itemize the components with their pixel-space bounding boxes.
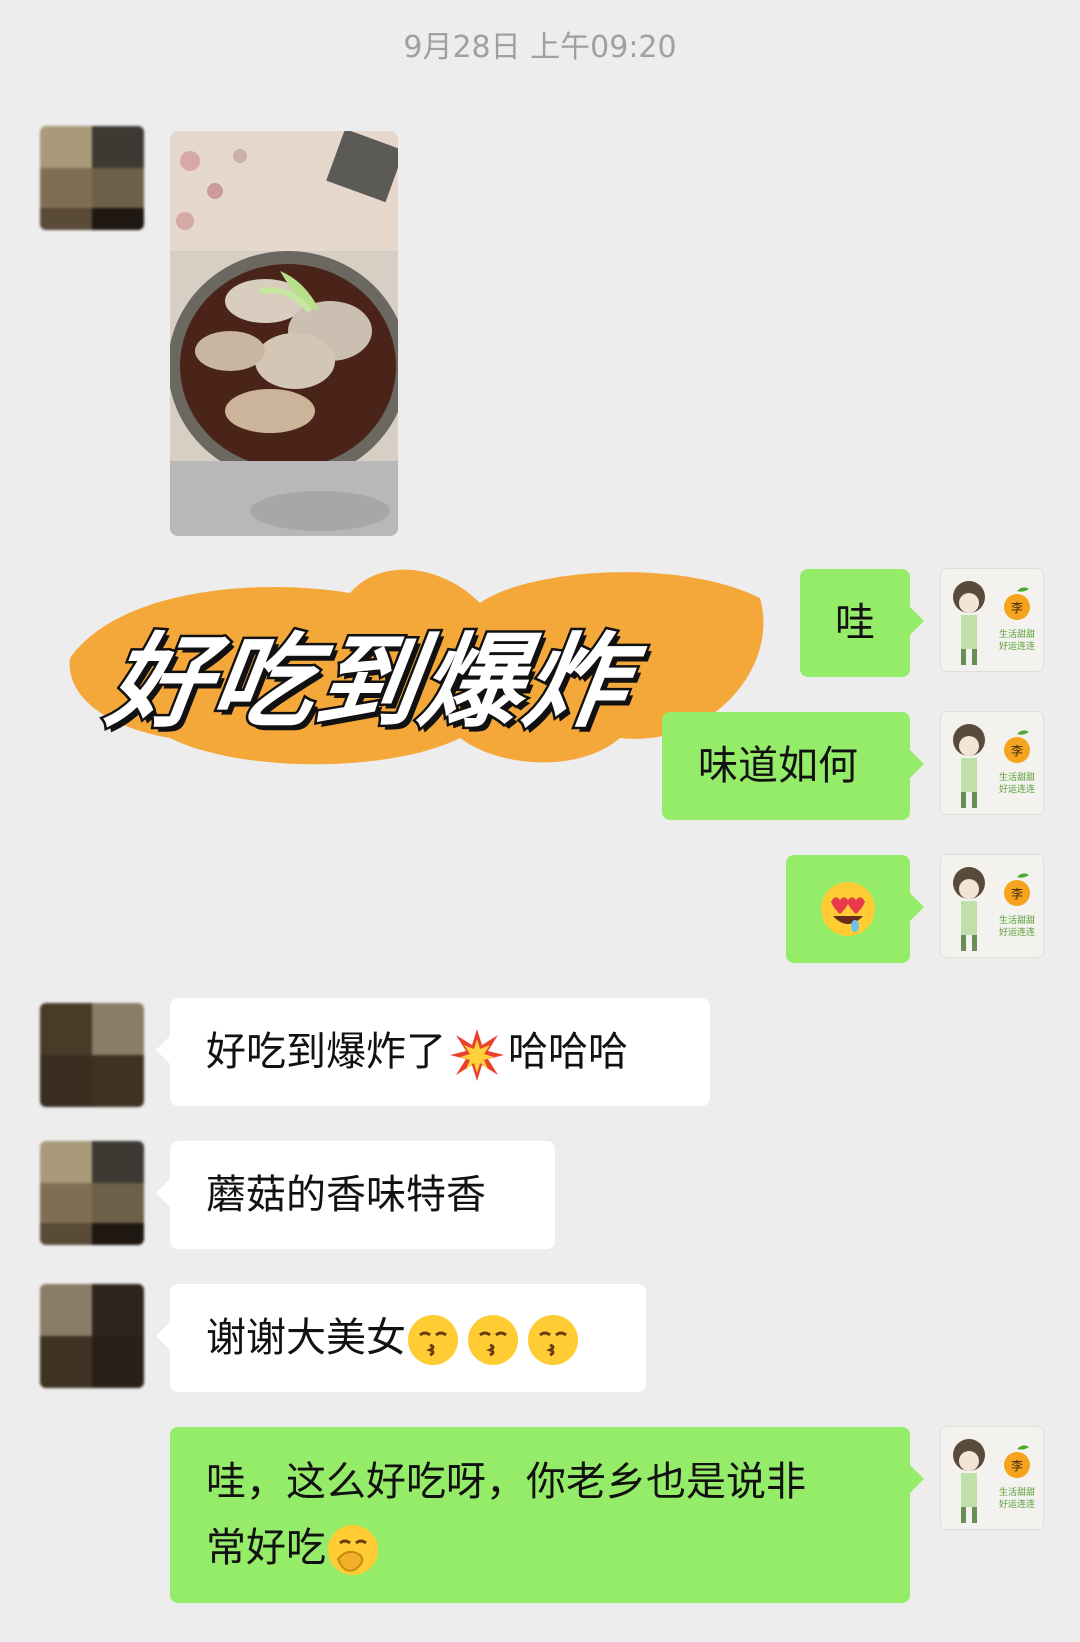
message-bubble-outgoing[interactable]: 哇，这么好吃呀，你老乡也是说非 常好吃 bbox=[170, 1427, 924, 1603]
face-with-hand-over-mouth-emoji-icon bbox=[328, 1525, 378, 1575]
message-bubble-outgoing[interactable]: 味道如何 bbox=[662, 712, 924, 820]
contact-avatar-image bbox=[40, 1284, 144, 1388]
contact-avatar-image bbox=[40, 126, 144, 230]
message-text: 味道如何 bbox=[698, 743, 858, 789]
avatar-caption-2: 好运连连 bbox=[999, 926, 1035, 938]
girl-orange-avatar-image: 李 生活甜甜 好运连连 bbox=[953, 581, 1035, 665]
avatar-caption-1: 生活甜甜 bbox=[999, 914, 1035, 926]
avatar-caption-2: 好运连连 bbox=[999, 783, 1035, 795]
message-bubble-incoming[interactable]: 谢谢大美女 bbox=[156, 1284, 646, 1392]
avatar-caption-1: 生活甜甜 bbox=[999, 771, 1035, 783]
message-bubble-incoming[interactable]: 蘑菇的香味特香 bbox=[156, 1141, 555, 1249]
heart-eyes-emoji-icon bbox=[821, 882, 875, 936]
message-text-line: 哇，这么好吃呀，你老乡也是说非 bbox=[206, 1459, 806, 1505]
message-timestamp: 9月28日 上午09:20 bbox=[403, 30, 677, 65]
message-bubble-outgoing[interactable]: 哇 bbox=[800, 569, 924, 677]
kissing-face-emoji-icon bbox=[528, 1315, 578, 1365]
avatar-caption-1: 生活甜甜 bbox=[999, 1486, 1035, 1498]
contact-avatar[interactable] bbox=[40, 1141, 144, 1245]
girl-orange-avatar-image: 李 生活甜甜 好运连连 bbox=[953, 724, 1035, 808]
message-text: 常好吃 bbox=[206, 1525, 326, 1571]
avatar-badge-char: 李 bbox=[1011, 743, 1023, 758]
dumpling-bowl-image bbox=[170, 131, 398, 536]
message-bubble-incoming[interactable]: 好吃到爆炸了 哈哈哈 bbox=[156, 998, 710, 1106]
message-text: 蘑菇的香味特香 bbox=[206, 1172, 486, 1218]
my-avatar[interactable]: 李 生活甜甜 好运连连 bbox=[940, 854, 1044, 958]
message-text: 谢谢大美女 bbox=[206, 1315, 406, 1361]
girl-orange-avatar-image: 李 生活甜甜 好运连连 bbox=[953, 867, 1035, 951]
contact-avatar[interactable] bbox=[40, 1003, 144, 1107]
avatar-badge-char: 李 bbox=[1011, 886, 1023, 901]
food-photo[interactable] bbox=[170, 131, 398, 536]
contact-avatar[interactable] bbox=[40, 126, 144, 230]
my-avatar[interactable]: 李 生活甜甜 好运连连 bbox=[940, 568, 1044, 672]
my-avatar[interactable]: 李 生活甜甜 好运连连 bbox=[940, 711, 1044, 815]
my-avatar[interactable]: 李 生活甜甜 好运连连 bbox=[940, 1426, 1044, 1530]
avatar-caption-1: 生活甜甜 bbox=[999, 628, 1035, 640]
avatar-caption-2: 好运连连 bbox=[999, 1498, 1035, 1510]
message-bubble-outgoing[interactable] bbox=[786, 855, 924, 963]
girl-orange-avatar-image: 李 生活甜甜 好运连连 bbox=[953, 1439, 1035, 1523]
avatar-badge-char: 李 bbox=[1011, 1458, 1023, 1473]
message-text: 好吃到爆炸了 bbox=[206, 1029, 446, 1075]
contact-avatar[interactable] bbox=[40, 1284, 144, 1388]
avatar-caption-2: 好运连连 bbox=[999, 640, 1035, 652]
kissing-face-emoji-icon bbox=[408, 1315, 458, 1365]
collision-emoji-icon bbox=[450, 1029, 504, 1081]
message-text-line-2: 常好吃 bbox=[206, 1515, 874, 1581]
sticker-text: 好吃到爆炸 bbox=[98, 621, 640, 745]
contact-avatar-image bbox=[40, 1003, 144, 1107]
message-text: 哇 bbox=[835, 600, 875, 646]
contact-avatar-image bbox=[40, 1141, 144, 1245]
message-text: 哈哈哈 bbox=[508, 1029, 628, 1075]
avatar-badge-char: 李 bbox=[1011, 600, 1023, 615]
kissing-face-emoji-icon bbox=[468, 1315, 518, 1365]
